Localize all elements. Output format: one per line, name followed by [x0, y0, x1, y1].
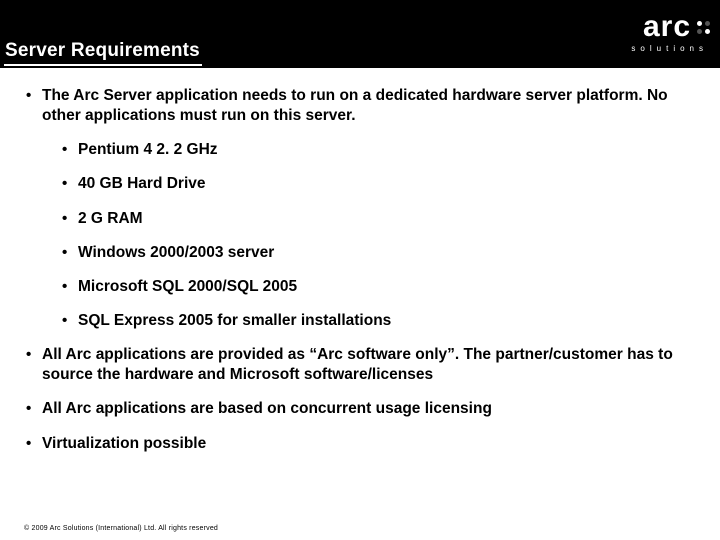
sub-bullet-list: Pentium 4 2. 2 GHz 40 GB Hard Drive 2 G …	[42, 140, 698, 331]
list-item: Microsoft SQL 2000/SQL 2005	[58, 277, 698, 297]
list-item: Windows 2000/2003 server	[58, 243, 698, 263]
list-item: 40 GB Hard Drive	[58, 174, 698, 194]
page-title: Server Requirements	[4, 40, 202, 66]
logo-subtitle: solutions	[631, 44, 708, 53]
logo-dots-icon	[697, 21, 710, 34]
bullet-text: Pentium 4 2. 2 GHz	[78, 141, 218, 158]
bullet-text: Windows 2000/2003 server	[78, 244, 274, 261]
slide-body: The Arc Server application needs to run …	[0, 68, 720, 454]
bullet-text: Microsoft SQL 2000/SQL 2005	[78, 278, 297, 295]
list-item: Pentium 4 2. 2 GHz	[58, 140, 698, 160]
bullet-text: 40 GB Hard Drive	[78, 175, 206, 192]
list-item: All Arc applications are based on concur…	[22, 399, 698, 419]
bullet-text: 2 G RAM	[78, 210, 143, 227]
copyright-footer: © 2009 Arc Solutions (International) Ltd…	[24, 525, 218, 532]
list-item: 2 G RAM	[58, 209, 698, 229]
list-item: All Arc applications are provided as “Ar…	[22, 345, 698, 385]
logo: arc solutions	[610, 6, 710, 58]
bullet-text: All Arc applications are based on concur…	[42, 400, 492, 417]
bullet-list: The Arc Server application needs to run …	[22, 86, 698, 454]
bullet-text: The Arc Server application needs to run …	[42, 87, 668, 124]
bullet-text: Virtualization possible	[42, 435, 206, 452]
list-item: SQL Express 2005 for smaller installatio…	[58, 311, 698, 331]
slide: Server Requirements arc solutions The Ar…	[0, 0, 720, 540]
list-item: The Arc Server application needs to run …	[22, 86, 698, 331]
logo-main: arc	[643, 12, 710, 42]
bullet-text: All Arc applications are provided as “Ar…	[42, 346, 673, 383]
logo-text: arc	[643, 12, 691, 42]
list-item: Virtualization possible	[22, 434, 698, 454]
bullet-text: SQL Express 2005 for smaller installatio…	[78, 312, 391, 329]
header-bar: Server Requirements arc solutions	[0, 0, 720, 68]
